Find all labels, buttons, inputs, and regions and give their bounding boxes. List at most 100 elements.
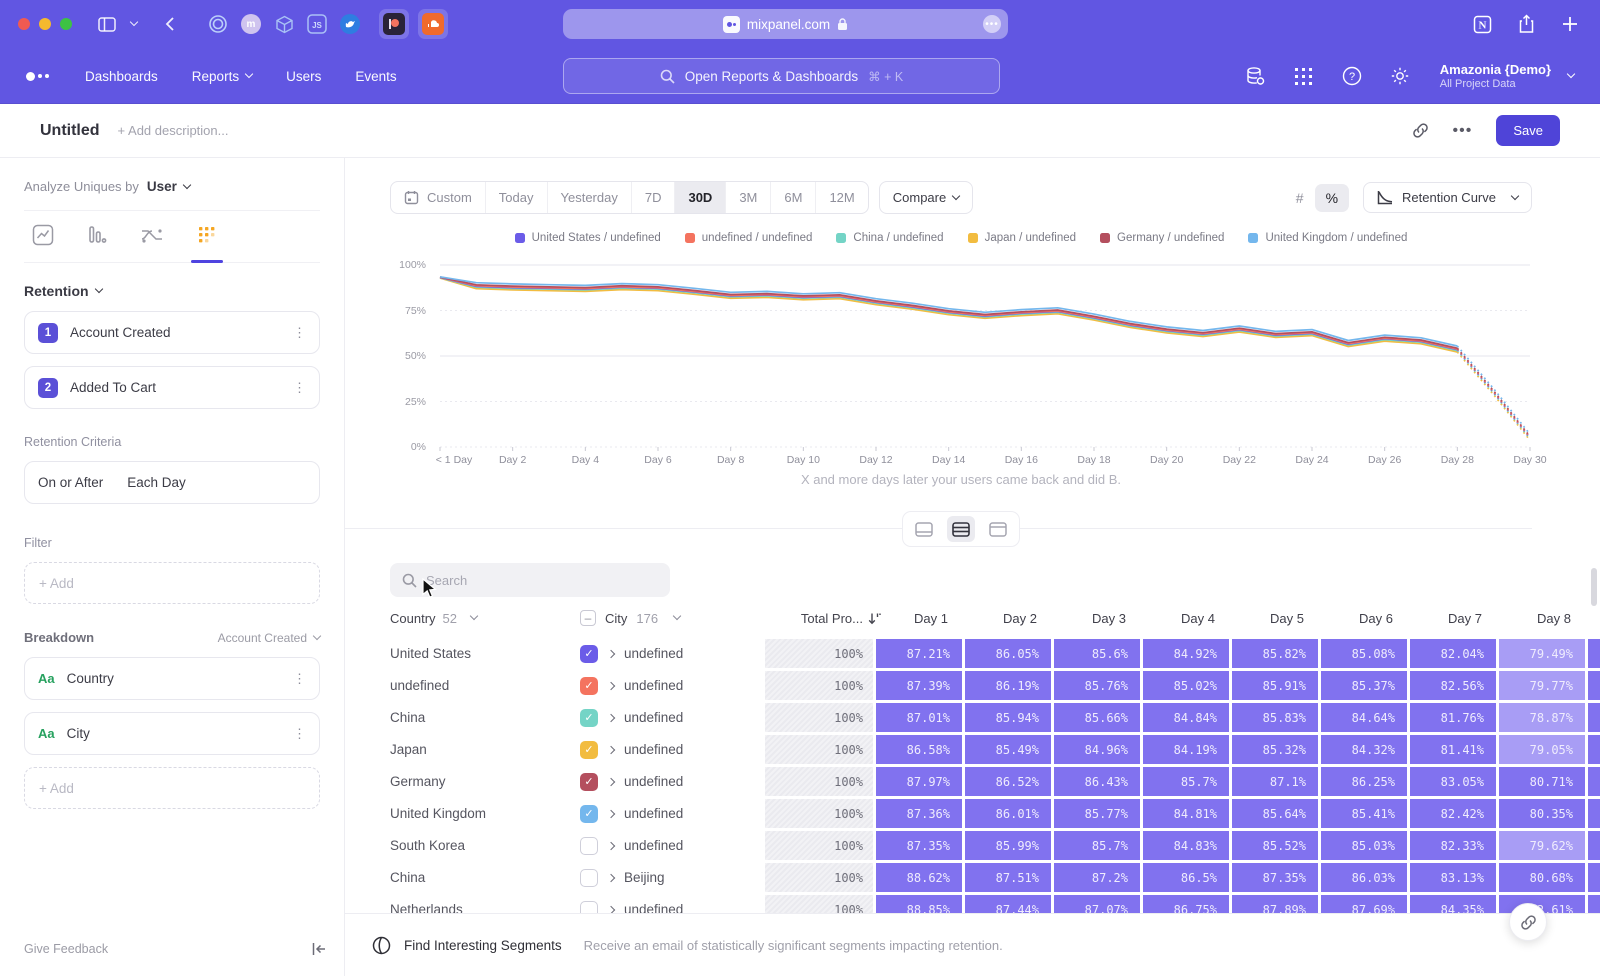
add-breakdown-button[interactable]: + Add — [24, 767, 320, 809]
retention-day-cell[interactable]: 85.82% — [1232, 639, 1318, 668]
chart-type-dropdown[interactable]: Retention Curve — [1363, 182, 1532, 213]
data-management-icon[interactable] — [1244, 64, 1268, 88]
range-button-12m[interactable]: 12M — [816, 182, 867, 213]
zoom-window-button[interactable] — [60, 18, 72, 30]
retention-day-cell[interactable]: 86.01% — [965, 799, 1051, 828]
retention-day-cell[interactable]: 87.39% — [876, 671, 962, 700]
retention-day-cell[interactable]: 87.21% — [876, 639, 962, 668]
tab-dropdown-chevron-icon[interactable] — [128, 12, 140, 36]
percent-toggle[interactable]: % — [1315, 184, 1349, 212]
collapse-sidebar-icon[interactable] — [312, 943, 326, 955]
retention-day-cell[interactable]: 87.35% — [1232, 863, 1318, 892]
step-options-icon[interactable]: ⋮ — [293, 380, 306, 396]
retention-day-cell[interactable]: 80.71% — [1499, 767, 1585, 796]
retention-day-cell[interactable]: 85.7% — [1143, 767, 1229, 796]
chart-plot-area[interactable] — [436, 263, 1534, 455]
segments-footer-title[interactable]: Find Interesting Segments — [404, 938, 562, 953]
row-city-cell[interactable]: undefined — [580, 831, 760, 860]
retention-day-cell[interactable]: 85.99% — [965, 831, 1051, 860]
extension-js-icon[interactable]: JS — [305, 12, 329, 36]
range-button-30d[interactable]: 30D — [675, 182, 726, 213]
retention-day-cell[interactable]: 86.05% — [965, 639, 1051, 668]
retention-step-card[interactable]: 2Added To Cart⋮ — [24, 366, 320, 409]
retention-day-cell[interactable]: 82.56% — [1410, 671, 1496, 700]
address-bar[interactable]: mixpanel.com ••• — [563, 9, 1008, 39]
retention-day-cell[interactable]: 85.83% — [1232, 703, 1318, 732]
breakdown-scope-dropdown[interactable]: Account Created — [218, 631, 320, 645]
row-checkbox-checked[interactable]: ✓ — [580, 805, 598, 823]
step-options-icon[interactable]: ⋮ — [293, 325, 306, 341]
total-column-header[interactable]: Total Pro... — [777, 611, 885, 626]
range-button-custom[interactable]: Custom — [391, 182, 486, 213]
nav-item-events[interactable]: Events — [355, 69, 396, 84]
table-vertical-scrollbar[interactable] — [1591, 568, 1597, 606]
country-column-header[interactable]: Country52 — [390, 611, 580, 626]
retention-day-cell[interactable]: 84.83% — [1143, 831, 1229, 860]
select-all-checkbox[interactable]: – — [580, 610, 596, 626]
retention-day-cell[interactable]: 84.92% — [1143, 639, 1229, 668]
extension-target-icon[interactable] — [206, 12, 230, 36]
row-checkbox-checked[interactable]: ✓ — [580, 645, 598, 663]
tab-retention[interactable] — [194, 211, 220, 262]
tab-funnels[interactable] — [84, 211, 110, 262]
project-switcher[interactable]: Amazonia {Demo} All Project Data — [1440, 62, 1574, 90]
analyze-value-dropdown[interactable]: User — [147, 179, 190, 194]
notion-extension-icon[interactable]: N — [1470, 12, 1494, 36]
expand-row-icon[interactable] — [607, 713, 615, 721]
more-options-icon[interactable]: ••• — [1453, 122, 1473, 140]
range-button-yesterday[interactable]: Yesterday — [548, 182, 632, 213]
retention-day-cell[interactable]: 85.49% — [965, 735, 1051, 764]
retention-day-cell[interactable]: 81.41% — [1410, 735, 1496, 764]
apps-grid-icon[interactable] — [1292, 64, 1316, 88]
table-search[interactable] — [390, 563, 670, 597]
range-button-6m[interactable]: 6M — [771, 182, 816, 213]
retention-day-cell[interactable]: 82.04% — [1410, 639, 1496, 668]
retention-day-cell[interactable]: 86.19% — [965, 671, 1051, 700]
copy-link-icon[interactable] — [1412, 122, 1429, 139]
range-button-3m[interactable]: 3M — [726, 182, 771, 213]
retention-day-cell[interactable]: 85.02% — [1143, 671, 1229, 700]
retention-day-cell[interactable]: 87.1% — [1232, 767, 1318, 796]
criteria-window[interactable]: Each Day — [127, 475, 186, 490]
add-description-button[interactable]: + Add description... — [118, 123, 229, 138]
retention-day-cell[interactable]: 84.84% — [1143, 703, 1229, 732]
criteria-mode[interactable]: On or After — [38, 475, 103, 490]
retention-day-cell[interactable]: 85.64% — [1232, 799, 1318, 828]
view-table-only-button[interactable] — [984, 516, 1012, 542]
row-checkbox-checked[interactable]: ✓ — [580, 741, 598, 759]
retention-day-cell[interactable]: 79.49% — [1499, 639, 1585, 668]
retention-day-cell[interactable]: 86.5% — [1143, 863, 1229, 892]
share-icon[interactable] — [1514, 12, 1538, 36]
retention-day-cell[interactable]: 83.13% — [1410, 863, 1496, 892]
share-link-fab[interactable] — [1509, 903, 1547, 941]
expand-row-icon[interactable] — [607, 681, 615, 689]
expand-row-icon[interactable] — [607, 649, 615, 657]
expand-row-icon[interactable] — [607, 777, 615, 785]
row-city-cell[interactable]: ✓undefined — [580, 703, 760, 732]
new-tab-icon[interactable] — [1558, 12, 1582, 36]
retention-day-cell[interactable]: 85.66% — [1054, 703, 1140, 732]
row-checkbox-checked[interactable]: ✓ — [580, 773, 598, 791]
report-title[interactable]: Untitled — [40, 122, 100, 140]
retention-day-cell[interactable]: 85.03% — [1321, 831, 1407, 860]
retention-day-cell[interactable]: 79.77% — [1499, 671, 1585, 700]
extension-m-icon[interactable]: m — [239, 12, 263, 36]
mixpanel-logo[interactable] — [26, 72, 49, 81]
day-column-header[interactable]: Day 4 — [1155, 611, 1241, 626]
table-search-input[interactable] — [426, 573, 626, 588]
retention-day-cell[interactable]: 84.96% — [1054, 735, 1140, 764]
nav-item-dashboards[interactable]: Dashboards — [85, 69, 158, 84]
retention-criteria-card[interactable]: On or After Each Day — [24, 461, 320, 504]
tab-insights[interactable] — [30, 211, 56, 262]
row-checkbox-unchecked[interactable] — [580, 837, 598, 855]
retention-day-cell[interactable]: 84.19% — [1143, 735, 1229, 764]
settings-gear-icon[interactable] — [1388, 64, 1412, 88]
save-button[interactable]: Save — [1496, 115, 1560, 146]
retention-day-cell[interactable]: 85.37% — [1321, 671, 1407, 700]
back-icon[interactable] — [157, 12, 181, 36]
close-window-button[interactable] — [18, 18, 30, 30]
absolute-numbers-toggle[interactable]: # — [1285, 184, 1315, 212]
retention-day-cell[interactable]: 87.01% — [876, 703, 962, 732]
day-column-header[interactable]: Day 8 — [1511, 611, 1597, 626]
retention-day-cell[interactable]: 81.76% — [1410, 703, 1496, 732]
